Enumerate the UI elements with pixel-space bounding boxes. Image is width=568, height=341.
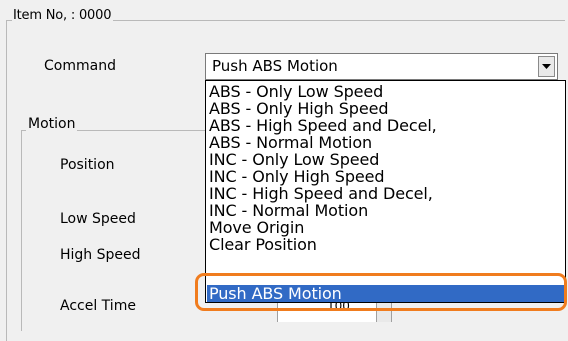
command-option[interactable]: ABS - Only High Speed [207, 101, 564, 117]
command-option[interactable]: ABS - Normal Motion [207, 135, 564, 151]
low-speed-label: Low Speed [60, 211, 136, 227]
accel-time-label: Accel Time [60, 298, 136, 314]
command-option[interactable]: ABS - Only Low Speed [207, 84, 564, 100]
command-dropdown-list[interactable]: ABS - Only Low Speed ABS - Only High Spe… [205, 80, 566, 303]
command-option[interactable]: Clear Position [207, 237, 564, 253]
highlight-annotation [195, 273, 567, 311]
command-option[interactable]: INC - Normal Motion [207, 203, 564, 219]
command-option[interactable]: INC - Only High Speed [207, 169, 564, 185]
command-selected-value: Push ABS Motion [212, 57, 338, 75]
high-speed-label: High Speed [60, 247, 141, 263]
command-option[interactable]: ABS - High Speed and Decel, [207, 118, 564, 134]
position-label: Position [60, 157, 115, 173]
command-label: Command [44, 58, 116, 74]
command-option[interactable]: Move Origin [207, 220, 564, 236]
command-option[interactable]: INC - High Speed and Decel, [207, 186, 564, 202]
chevron-down-icon [542, 64, 551, 69]
command-option[interactable]: INC - Only Low Speed [207, 152, 564, 168]
item-group-title: Item No, : 0000 [12, 8, 114, 24]
command-dropdown-button[interactable] [538, 56, 555, 77]
command-combobox[interactable]: Push ABS Motion [205, 53, 558, 80]
motion-group-title: Motion [26, 115, 78, 133]
